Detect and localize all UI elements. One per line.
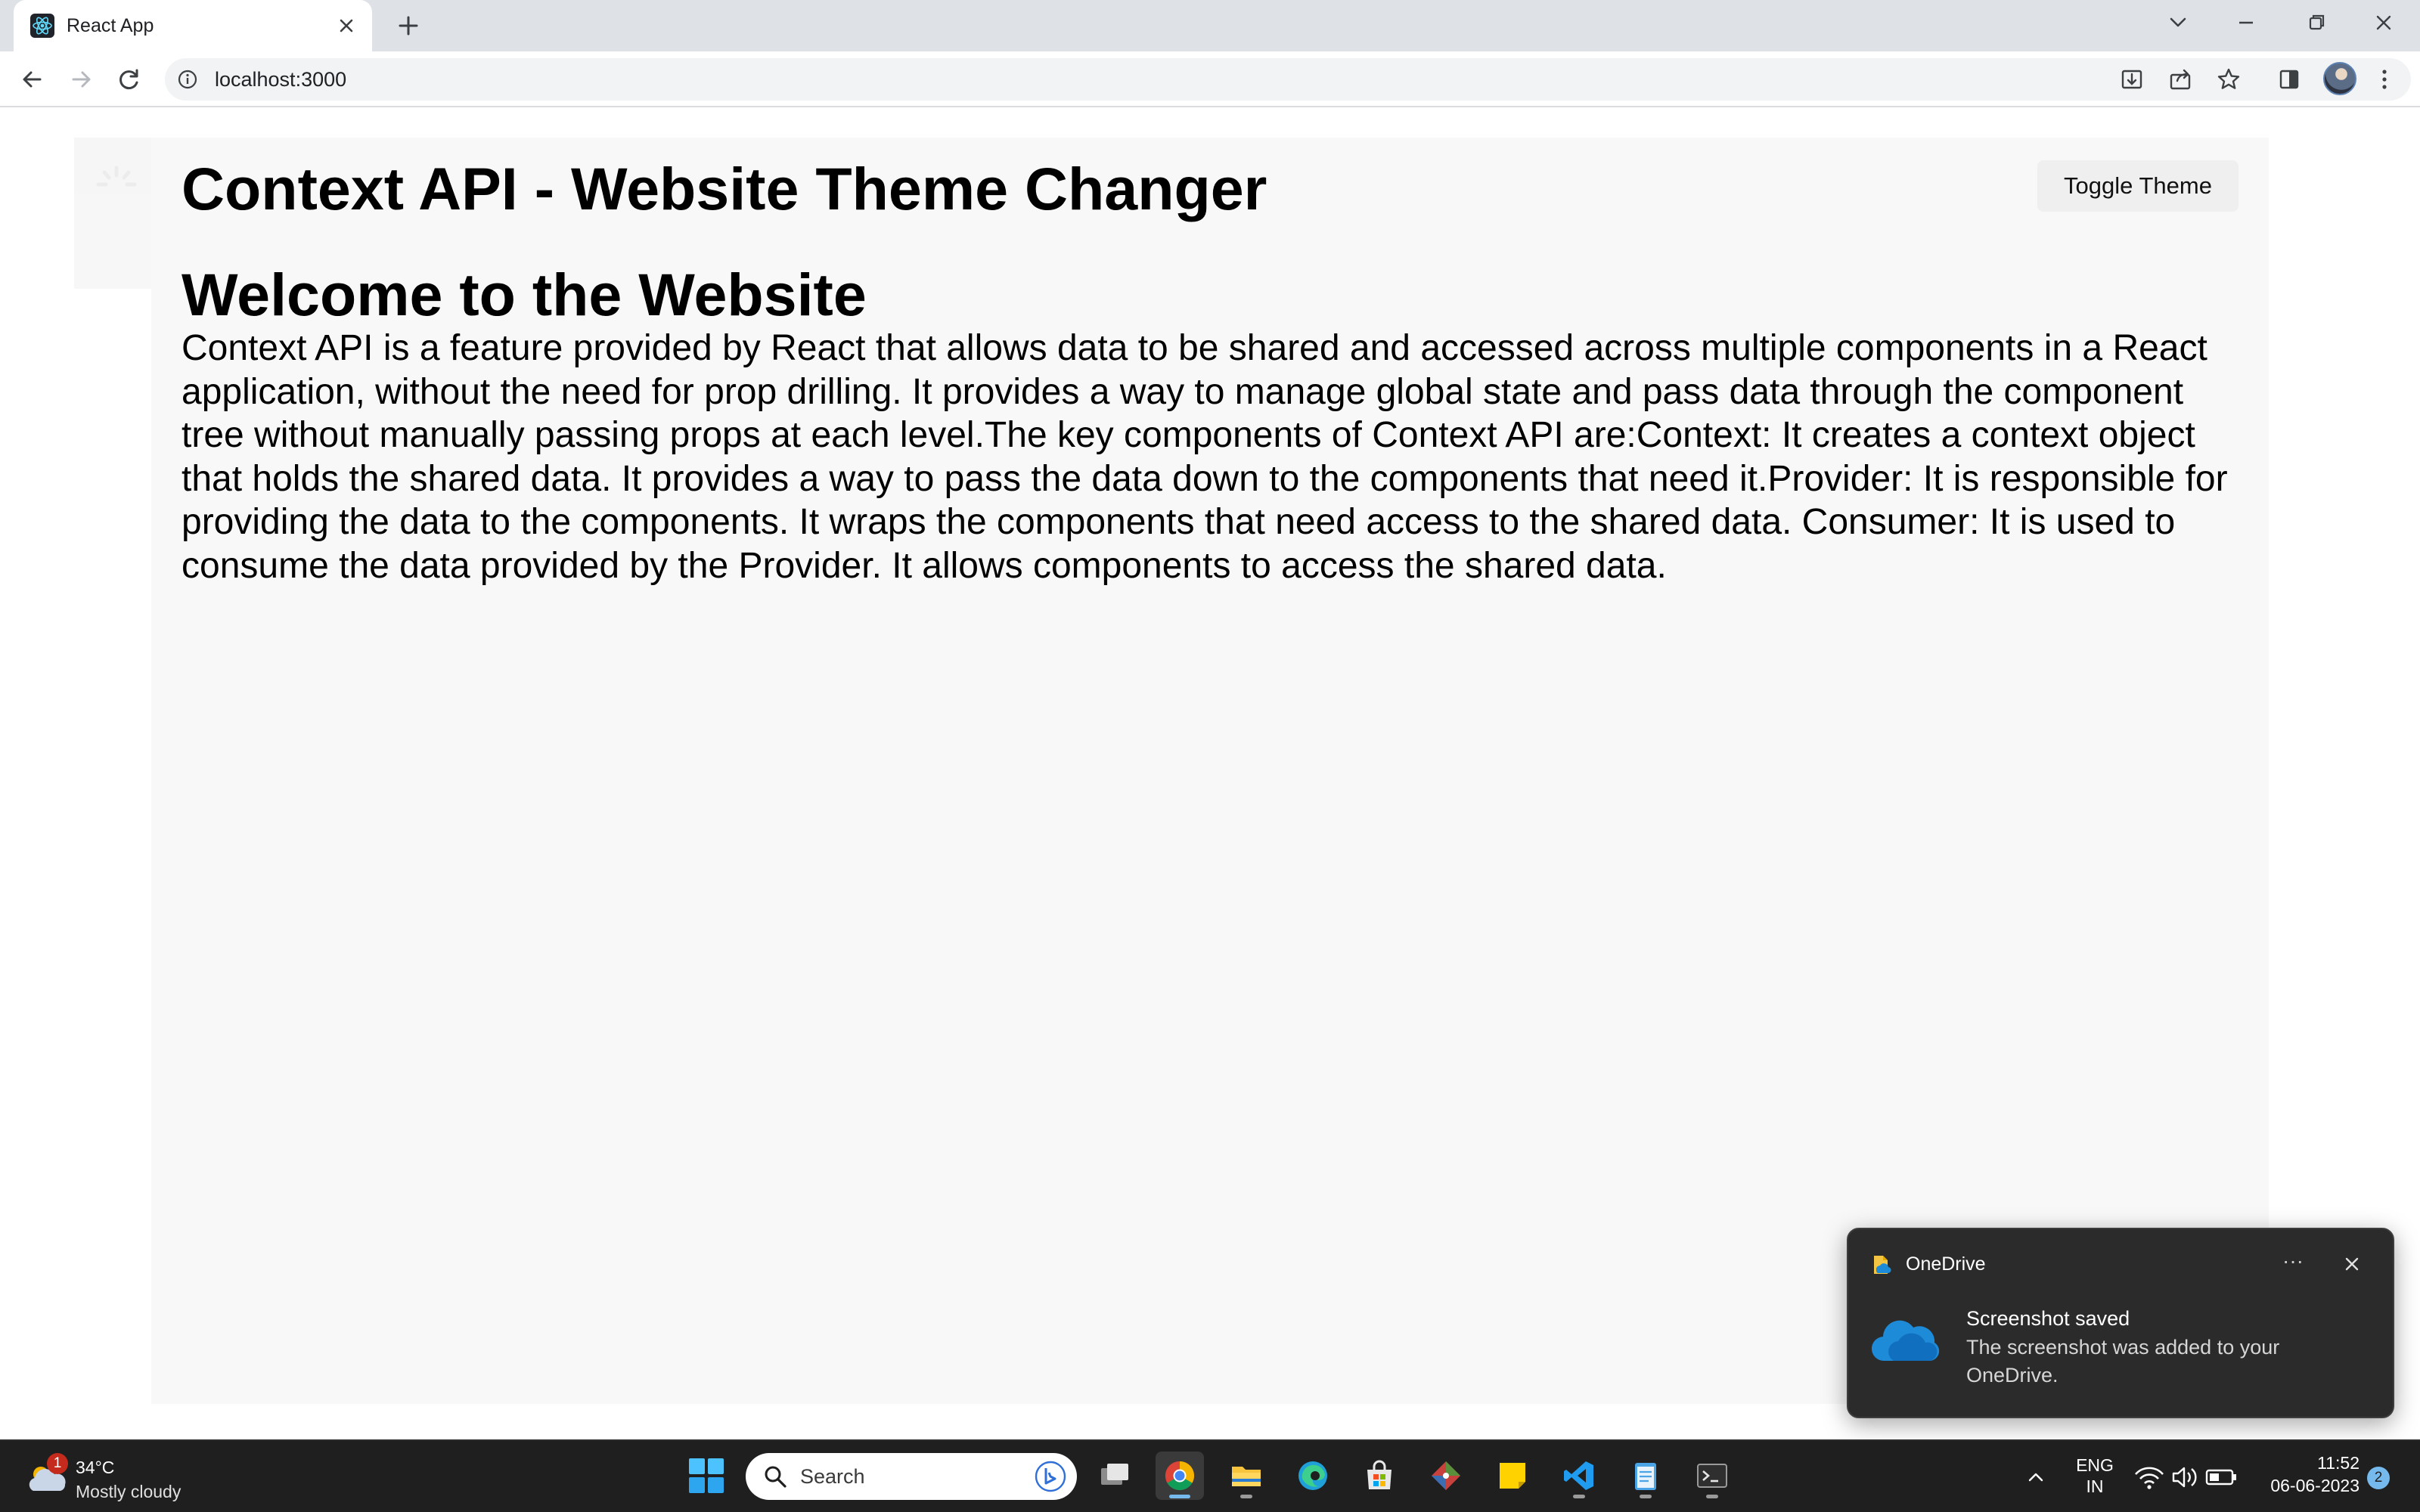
running-app-indicator — [1706, 1495, 1718, 1498]
search-icon — [762, 1464, 788, 1493]
side-panel-icon[interactable] — [2272, 62, 2307, 97]
app-container: Context API - Website Theme Changer Togg… — [151, 138, 2269, 1404]
close-icon[interactable] — [2337, 1249, 2367, 1279]
weather-alert-badge: 1 — [47, 1453, 68, 1474]
reload-icon[interactable] — [112, 62, 147, 97]
cloud-icon — [1871, 1317, 1941, 1368]
active-app-indicator — [1169, 1495, 1190, 1498]
windows-start-icon[interactable] — [687, 1456, 726, 1495]
info-icon[interactable] — [175, 67, 200, 91]
language-code: ENG — [2076, 1455, 2114, 1475]
git-icon[interactable] — [1422, 1452, 1470, 1500]
description-paragraph: Context API is a feature provided by Rea… — [182, 328, 2228, 586]
page-title: Context API - Website Theme Changer — [182, 155, 1267, 222]
notepad-icon[interactable] — [1621, 1452, 1670, 1500]
toggle-theme-button[interactable]: Toggle Theme — [2037, 160, 2238, 212]
taskbar-search-box[interactable]: Search — [746, 1453, 1077, 1500]
chrome-icon[interactable] — [1156, 1452, 1204, 1500]
wifi-icon — [2135, 1467, 2164, 1489]
browser-toolbar: localhost:3000 — [0, 51, 2420, 107]
running-app-indicator — [1573, 1495, 1585, 1498]
taskbar: 1 34°C Mostly cloudy Search ENG IN 11:52… — [0, 1439, 2420, 1512]
search-placeholder: Search — [800, 1465, 865, 1488]
install-icon[interactable] — [2114, 62, 2149, 97]
share-icon[interactable] — [2163, 62, 2198, 97]
sticky-notes-icon[interactable] — [1488, 1452, 1537, 1500]
clock-time: 11:52 — [2317, 1453, 2360, 1473]
toast-app-name: OneDrive — [1906, 1253, 1986, 1275]
address-bar[interactable]: localhost:3000 — [165, 58, 2411, 101]
weather-widget[interactable]: 1 34°C Mostly cloudy — [23, 1450, 204, 1504]
edge-icon[interactable] — [1289, 1452, 1337, 1500]
new-tab-plus-icon[interactable] — [390, 9, 427, 42]
notification-count-badge[interactable]: 2 — [2367, 1467, 2390, 1489]
url-text[interactable]: localhost:3000 — [215, 68, 346, 91]
battery-icon — [2205, 1469, 2236, 1486]
spinner-icon — [96, 166, 137, 187]
vscode-icon[interactable] — [1555, 1452, 1603, 1500]
close-icon[interactable] — [331, 11, 361, 41]
microsoft-store-icon[interactable] — [1355, 1452, 1404, 1500]
volume-icon — [2172, 1467, 2197, 1488]
profile-avatar[interactable] — [2323, 62, 2356, 95]
react-logo-icon — [30, 14, 54, 38]
restore-icon[interactable] — [2294, 6, 2337, 39]
running-app-indicator — [1240, 1495, 1252, 1498]
toast-title: Screenshot saved — [1966, 1307, 2130, 1330]
window-close-icon[interactable] — [2363, 6, 2405, 39]
weather-condition: Mostly cloudy — [76, 1482, 182, 1501]
chevron-up-icon[interactable] — [2021, 1462, 2051, 1492]
task-view-icon[interactable] — [1091, 1452, 1139, 1500]
system-tray[interactable] — [2133, 1461, 2246, 1494]
onedrive-notification[interactable]: OneDrive ··· Screenshot saved The screen… — [1847, 1228, 2394, 1418]
welcome-heading: Welcome to the Website — [182, 261, 867, 328]
terminal-icon[interactable] — [1688, 1452, 1736, 1500]
file-explorer-icon[interactable] — [1222, 1452, 1270, 1500]
weather-temperature: 34°C — [76, 1458, 115, 1477]
bing-icon[interactable] — [1035, 1461, 1066, 1492]
arrow-right-icon[interactable] — [64, 62, 98, 97]
clock-date: 06-06-2023 — [2270, 1476, 2360, 1495]
browser-tab-strip: React App — [0, 0, 2420, 51]
region-code: IN — [2086, 1476, 2104, 1496]
tab-title: React App — [67, 15, 154, 36]
chevron-down-icon[interactable] — [2157, 6, 2199, 39]
arrow-left-icon[interactable] — [15, 62, 50, 97]
kebab-menu-icon[interactable] — [2367, 62, 2402, 97]
system-clock[interactable]: 11:52 06-06-2023 — [2254, 1452, 2360, 1497]
running-app-indicator — [1640, 1495, 1652, 1498]
more-options-icon[interactable]: ··· — [2278, 1249, 2308, 1279]
minimize-icon[interactable] — [2225, 6, 2267, 39]
toast-body: The screenshot was added to your OneDriv… — [1966, 1336, 2280, 1387]
star-icon[interactable] — [2211, 62, 2246, 97]
onedrive-app-icon — [1869, 1253, 1892, 1276]
tab-react-app[interactable]: React App — [14, 0, 372, 51]
language-indicator[interactable]: ENG IN — [2072, 1455, 2118, 1497]
